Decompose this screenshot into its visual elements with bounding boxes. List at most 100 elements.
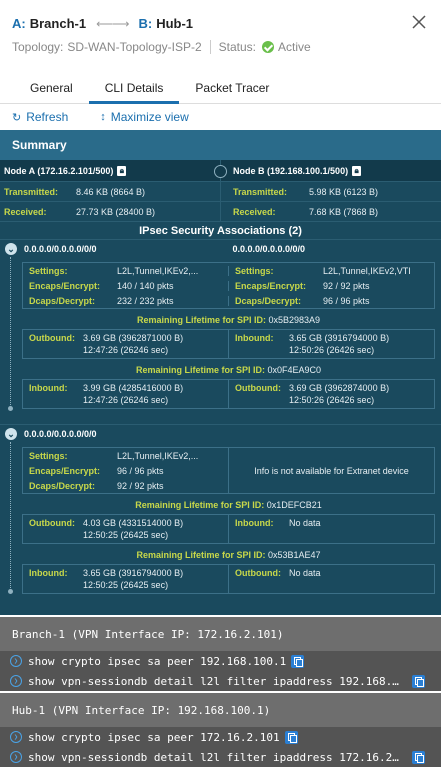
inbound-label: Inbound: (235, 333, 274, 343)
hub-cli-header: Hub-1 (VPN Interface IP: 192.168.100.1) (0, 693, 441, 727)
remaining-label: Remaining Lifetime for SPI ID: (136, 315, 266, 325)
tunnel-meta: Topology: SD-WAN-Topology-ISP-2 Status: … (12, 40, 311, 54)
outbound-label: Outbound: (29, 518, 75, 528)
a-inbound-value: 3.65 GB (3916794000 B) (83, 568, 184, 578)
inbound-label: Inbound: (235, 518, 274, 528)
node-b-name: Hub-1 (156, 16, 194, 31)
a-settings-cell: Settings: L2L,Tunnel,IKEv2,... (23, 265, 229, 276)
remaining-label: Remaining Lifetime for SPI ID: (136, 550, 266, 560)
a-settings-value: L2L,Tunnel,IKEv2,... (117, 450, 199, 461)
a-settings-value: L2L,Tunnel,IKEv2,... (117, 265, 199, 276)
transmitted-label: Transmitted: (4, 186, 59, 197)
remaining-label: Remaining Lifetime for SPI ID: (135, 500, 265, 510)
encaps-row: Encaps/Encrypt: 96 / 96 pkts (23, 463, 228, 478)
command-text: show crypto ipsec sa peer 192.168.100.1 (28, 654, 287, 668)
received-label: Received: (4, 206, 47, 217)
copy-icon[interactable] (291, 654, 305, 668)
sa-1-a-selector: 0.0.0.0/0.0.0.0/0/0 (24, 244, 97, 254)
branch-cmd-1[interactable]: ❯ show crypto ipsec sa peer 192.168.100.… (0, 651, 441, 671)
maximize-label: Maximize view (110, 110, 189, 124)
b-inbound-time: 12:50:26 (26426 sec) (289, 345, 375, 355)
b-received-value: 7.68 KB (7868 B) (309, 206, 379, 217)
copy-icon[interactable] (412, 675, 425, 688)
sa-tree-end (8, 589, 13, 594)
run-command-icon[interactable]: ❯ (10, 751, 22, 763)
sa-block-1: ⌄ 0.0.0.0/0.0.0.0/0/0 0.0.0.0/0.0.0.0/0/… (0, 240, 441, 424)
tab-general[interactable]: General (0, 74, 89, 104)
device-info-icon[interactable]: 🔒︎ (117, 165, 127, 176)
tunnel-title: A: Branch-1 ⟵⟶ B: Hub-1 (12, 16, 193, 31)
encaps-row: Encaps/Encrypt: 140 / 140 pkts Encaps/En… (23, 278, 434, 293)
branch-cmd-2[interactable]: ❯ show vpn-sessiondb detail l2l filter i… (0, 671, 441, 691)
collapse-chevron-icon[interactable]: ⌄ (5, 428, 17, 440)
device-info-icon[interactable]: 🔒︎ (352, 165, 362, 176)
remaining-lifetime-4: Remaining Lifetime for SPI ID: 0x53B1AE4… (22, 550, 435, 560)
sa-2-lifetime-box-1: Outbound: 4.03 GB (4331514000 B) 12:50:25… (22, 514, 435, 544)
settings-label: Settings: (29, 265, 68, 276)
b-outbound-cell: Outbound: No data (229, 565, 434, 593)
b-outbound-time: 12:50:26 (26426 sec) (289, 395, 375, 405)
sa-2-lifetime-box-2: Inbound: 3.65 GB (3916794000 B) 12:50:25 … (22, 564, 435, 594)
sa-tree-line (10, 442, 11, 590)
command-text: show vpn-sessiondb detail l2l filter ipa… (28, 750, 400, 764)
meta-divider (209, 40, 211, 54)
maximize-view-button[interactable]: ↕ Maximize view (100, 110, 189, 124)
a-encaps-value: 96 / 96 pkts (117, 465, 164, 476)
tab-packet-tracer[interactable]: Packet Tracer (179, 74, 285, 104)
node-b-address: Node B (192.168.100.1/500) (233, 165, 349, 176)
command-text: show vpn-sessiondb detail l2l filter ipa… (28, 674, 400, 688)
a-encaps-cell: Encaps/Encrypt: 96 / 96 pkts (23, 466, 228, 476)
sa-1-head: 0.0.0.0/0.0.0.0/0/0 0.0.0.0/0.0.0.0/0/0 (22, 240, 435, 258)
close-icon[interactable] (409, 12, 429, 32)
b-outbound-value: No data (289, 568, 321, 578)
b-settings-cell: Settings: L2L,Tunnel,IKEv2,VTI (229, 266, 434, 276)
spi-id: 0x0F4EA9C0 (267, 365, 322, 375)
b-encaps-cell: Encaps/Encrypt: 92 / 92 pkts (229, 281, 434, 291)
cli-toolbar: ↻ Refresh ↕ Maximize view (0, 104, 441, 130)
a-inbound-cell: Inbound: 3.99 GB (4285416000 B) 12:47:26 … (23, 380, 229, 408)
run-command-icon[interactable]: ❯ (10, 675, 22, 687)
sa-2-head: 0.0.0.0/0.0.0.0/0/0 (22, 425, 435, 443)
summary-nodes-row: Node A (172.16.2.101/500) 🔒︎ Node B (192… (0, 160, 441, 182)
hub-cmd-2[interactable]: ❯ show vpn-sessiondb detail l2l filter i… (0, 747, 441, 767)
a-outbound-cell: Outbound: 4.03 GB (4331514000 B) 12:50:25… (23, 515, 229, 543)
received-label: Received: (233, 206, 276, 217)
outbound-label: Outbound: (235, 568, 281, 578)
status-value: Active (278, 40, 311, 54)
hub-cmd-1[interactable]: ❯ show crypto ipsec sa peer 172.16.2.101 (0, 727, 441, 747)
a-encaps-value: 140 / 140 pkts (117, 280, 174, 291)
a-outbound-value: 3.69 GB (3962871000 B) (83, 333, 184, 343)
remaining-label: Remaining Lifetime for SPI ID: (135, 365, 265, 375)
node-b-cell: Node B (192.168.100.1/500) 🔒︎ (214, 160, 441, 181)
sa-2-settings-box: Settings: L2L,Tunnel,IKEv2,... Encaps/En… (22, 447, 435, 494)
remaining-lifetime-3: Remaining Lifetime for SPI ID: 0x1DEFCB2… (22, 500, 435, 510)
a-transmitted-value: 8.46 KB (8664 B) (76, 186, 146, 197)
copy-icon[interactable] (412, 751, 425, 764)
b-dcaps-cell: Dcaps/Decrypt: 96 / 96 pkts (229, 296, 434, 306)
b-outbound-cell: Outbound: 3.69 GB (3962874000 B) 12:50:26… (229, 380, 434, 408)
command-text: show crypto ipsec sa peer 172.16.2.101 (28, 730, 280, 744)
a-inbound-cell: Inbound: 3.65 GB (3916794000 B) 12:50:25 … (23, 565, 229, 593)
a-dcaps-cell: Dcaps/Decrypt: 232 / 232 pkts (23, 295, 229, 306)
collapse-chevron-icon[interactable]: ⌄ (5, 243, 17, 255)
copy-icon[interactable] (284, 730, 298, 744)
sa-2-a-selector: 0.0.0.0/0.0.0.0/0/0 (24, 429, 97, 439)
a-inbound-time: 12:47:26 (26246 sec) (83, 395, 169, 405)
run-command-icon[interactable]: ❯ (10, 655, 22, 667)
ipsec-sa-title: IPsec Security Associations (2) (0, 222, 441, 240)
summary-panel[interactable]: Summary Node A (172.16.2.101/500) 🔒︎ Nod… (0, 130, 441, 615)
bidirectional-arrow-icon: ⟵⟶ (96, 16, 129, 31)
spi-id: 0x1DEFCB21 (266, 500, 322, 510)
settings-label: Settings: (29, 450, 68, 461)
status-label: Status: (218, 40, 256, 54)
refresh-button[interactable]: ↻ Refresh (12, 110, 68, 124)
b-outbound-value: 3.69 GB (3962874000 B) (289, 383, 390, 393)
branch-cli-header: Branch-1 (VPN Interface IP: 172.16.2.101… (0, 617, 441, 651)
a-dcaps-cell: Dcaps/Decrypt: 92 / 92 pkts (23, 481, 228, 491)
a-outbound-time: 12:47:26 (26246 sec) (83, 345, 169, 355)
tab-cli-details[interactable]: CLI Details (88, 74, 180, 104)
run-command-icon[interactable]: ❯ (10, 731, 22, 743)
summary-title: Summary (0, 130, 441, 160)
detail-header: A: Branch-1 ⟵⟶ B: Hub-1 Topology: SD-WAN… (0, 0, 441, 70)
link-icon (214, 165, 227, 178)
